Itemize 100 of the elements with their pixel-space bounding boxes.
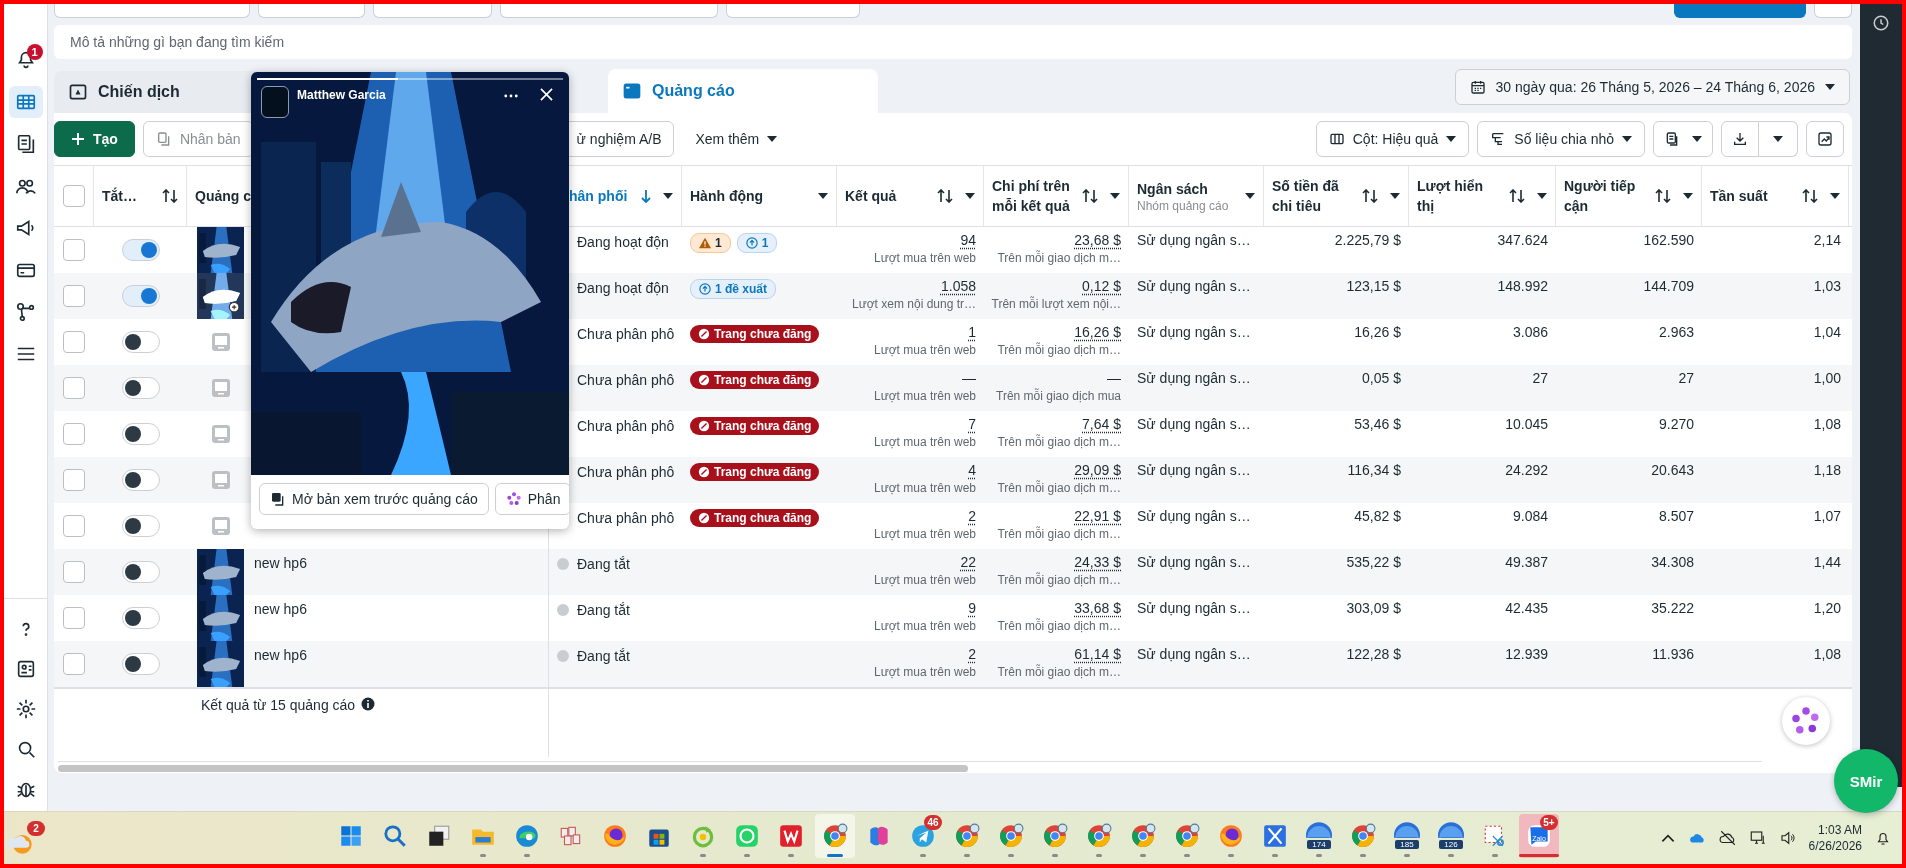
caret-icon[interactable] bbox=[1537, 192, 1547, 199]
caret-icon[interactable] bbox=[1110, 192, 1120, 199]
sort-icon[interactable] bbox=[162, 188, 178, 203]
toggle-switch[interactable] bbox=[121, 284, 160, 307]
column-header[interactable]: Hành động bbox=[690, 185, 806, 206]
scrollbar[interactable] bbox=[58, 761, 1762, 773]
toggle-switch[interactable] bbox=[121, 606, 160, 629]
sort-icon[interactable] bbox=[937, 188, 953, 203]
table-cell: 12.939 bbox=[1505, 645, 1548, 662]
action-badge[interactable]: 1 bbox=[736, 232, 778, 253]
toggle-switch[interactable] bbox=[121, 238, 160, 261]
chart-button[interactable] bbox=[1806, 121, 1844, 158]
filter-field[interactable] bbox=[54, 4, 250, 18]
taskbar-button[interactable]: 185 bbox=[1387, 814, 1427, 858]
checkbox[interactable] bbox=[63, 238, 85, 261]
taskbar-button[interactable]: 174 bbox=[1299, 814, 1339, 858]
create-button[interactable]: Tạo bbox=[54, 121, 135, 158]
columns-button[interactable]: Cột: Hiệu quả bbox=[1315, 121, 1470, 158]
cost-value: 29,09 $ bbox=[1074, 461, 1121, 478]
column-header[interactable]: Kết quả bbox=[845, 185, 931, 206]
checkbox[interactable] bbox=[63, 652, 85, 675]
more-icon[interactable] bbox=[504, 94, 518, 98]
clock-icon[interactable] bbox=[1872, 14, 1890, 32]
cloud-off-icon[interactable] bbox=[1718, 829, 1737, 847]
action-badge[interactable]: Trang chưa đăng bbox=[690, 416, 820, 435]
reports-button[interactable] bbox=[1653, 121, 1713, 158]
sort-icon[interactable] bbox=[1802, 188, 1818, 203]
sort-icon[interactable] bbox=[1362, 188, 1378, 203]
table-cell: 8.507 bbox=[1658, 507, 1694, 524]
checkbox[interactable] bbox=[63, 606, 85, 629]
filter-field[interactable] bbox=[258, 4, 365, 18]
clock-button[interactable]: 1:03 AM 6/26/2026 bbox=[1808, 822, 1862, 854]
search-field[interactable]: Mô tả những gì bạn đang tìm kiếm bbox=[54, 25, 1852, 59]
checkbox[interactable] bbox=[63, 284, 85, 307]
toggle-switch[interactable] bbox=[121, 468, 160, 491]
column-header[interactable]: Người tiếp cận bbox=[1564, 175, 1649, 216]
tab[interactable]: Quảng cáo bbox=[608, 69, 878, 113]
action-badge[interactable]: 1 đề xuất bbox=[690, 278, 777, 299]
ad-name[interactable]: new hp6 bbox=[254, 548, 307, 571]
action-badge[interactable]: Trang chưa đăng bbox=[690, 508, 820, 527]
taskbar-button[interactable]: 46 bbox=[903, 814, 943, 858]
caret-icon[interactable] bbox=[1830, 192, 1840, 199]
filter-field[interactable] bbox=[500, 4, 718, 18]
network-icon[interactable] bbox=[1748, 829, 1767, 847]
column-header[interactable]: hân phối bbox=[569, 185, 635, 206]
checkbox[interactable] bbox=[63, 514, 85, 537]
caret-icon[interactable] bbox=[818, 192, 828, 199]
column-header[interactable]: Lượt hiển thị bbox=[1417, 175, 1503, 216]
checkbox[interactable] bbox=[62, 184, 85, 207]
column-header[interactable]: Số tiền đã chi tiêu bbox=[1272, 175, 1356, 216]
close-icon[interactable] bbox=[540, 88, 553, 101]
sort-icon[interactable] bbox=[1509, 188, 1525, 203]
preview-action-button[interactable]: Phân bbox=[494, 483, 569, 515]
filter-field[interactable] bbox=[1814, 4, 1852, 18]
column-header[interactable]: Tần suất bbox=[1710, 185, 1796, 206]
action-badge[interactable]: Trang chưa đăng bbox=[690, 370, 820, 389]
ad-name[interactable]: new hp6 bbox=[254, 594, 307, 617]
toggle-switch[interactable] bbox=[121, 652, 160, 675]
preview-action-button[interactable]: Mở bản xem trước quảng cáo bbox=[259, 483, 489, 515]
weather-button[interactable]: 2 bbox=[6, 820, 46, 856]
column-header[interactable]: Tắt… bbox=[102, 185, 156, 206]
column-header[interactable]: Ngân sách bbox=[1137, 178, 1233, 199]
info-icon[interactable] bbox=[361, 696, 376, 711]
toggle-switch[interactable] bbox=[121, 422, 160, 445]
caret-icon[interactable] bbox=[1390, 192, 1400, 199]
caret-icon[interactable] bbox=[965, 192, 975, 199]
date-range-button[interactable]: 30 ngày qua: 26 Tháng 5, 2026 – 24 Tháng 6, 2026 bbox=[1454, 69, 1850, 105]
toggle-switch[interactable] bbox=[121, 376, 160, 399]
zoom-in-icon[interactable] bbox=[228, 300, 242, 315]
speaker-icon[interactable] bbox=[1778, 829, 1797, 847]
table-cell: 27 bbox=[1532, 369, 1548, 386]
sort-down-icon[interactable] bbox=[641, 188, 651, 203]
action-badge[interactable]: 1 bbox=[690, 232, 731, 253]
sidebar-item[interactable]: 1 bbox=[8, 44, 43, 76]
checkbox[interactable] bbox=[63, 376, 85, 399]
caret-icon[interactable] bbox=[1245, 192, 1255, 199]
checkbox[interactable] bbox=[63, 330, 85, 353]
checkbox[interactable] bbox=[63, 560, 85, 583]
table-cell: 45,82 $ bbox=[1354, 507, 1401, 524]
taskbar-button[interactable]: 126 bbox=[1431, 814, 1471, 858]
cost-value: 7,64 $ bbox=[1082, 415, 1121, 432]
checkbox[interactable] bbox=[63, 422, 85, 445]
toggle-switch[interactable] bbox=[121, 330, 160, 353]
caret-icon[interactable] bbox=[1683, 192, 1693, 199]
filter-field[interactable] bbox=[726, 4, 860, 18]
sort-icon[interactable] bbox=[1655, 188, 1671, 203]
table-cell: 1,08 bbox=[1813, 415, 1841, 432]
sort-icon[interactable] bbox=[1082, 188, 1098, 203]
action-badge[interactable]: Trang chưa đăng bbox=[690, 462, 820, 481]
column-header[interactable]: Chi phí trên mỗi kết quả bbox=[992, 175, 1076, 216]
export-button[interactable] bbox=[1721, 121, 1759, 158]
filter-field[interactable] bbox=[373, 4, 492, 18]
breakdown-button[interactable]: Số liệu chia nhỏ bbox=[1477, 121, 1645, 158]
checkbox[interactable] bbox=[63, 468, 85, 491]
caret-icon[interactable] bbox=[663, 192, 673, 199]
toggle-switch[interactable] bbox=[121, 560, 160, 583]
export-menu-button[interactable] bbox=[1759, 121, 1798, 158]
ad-name[interactable]: new hp6 bbox=[254, 640, 307, 663]
action-badge[interactable]: Trang chưa đăng bbox=[690, 324, 820, 343]
toggle-switch[interactable] bbox=[121, 514, 160, 537]
